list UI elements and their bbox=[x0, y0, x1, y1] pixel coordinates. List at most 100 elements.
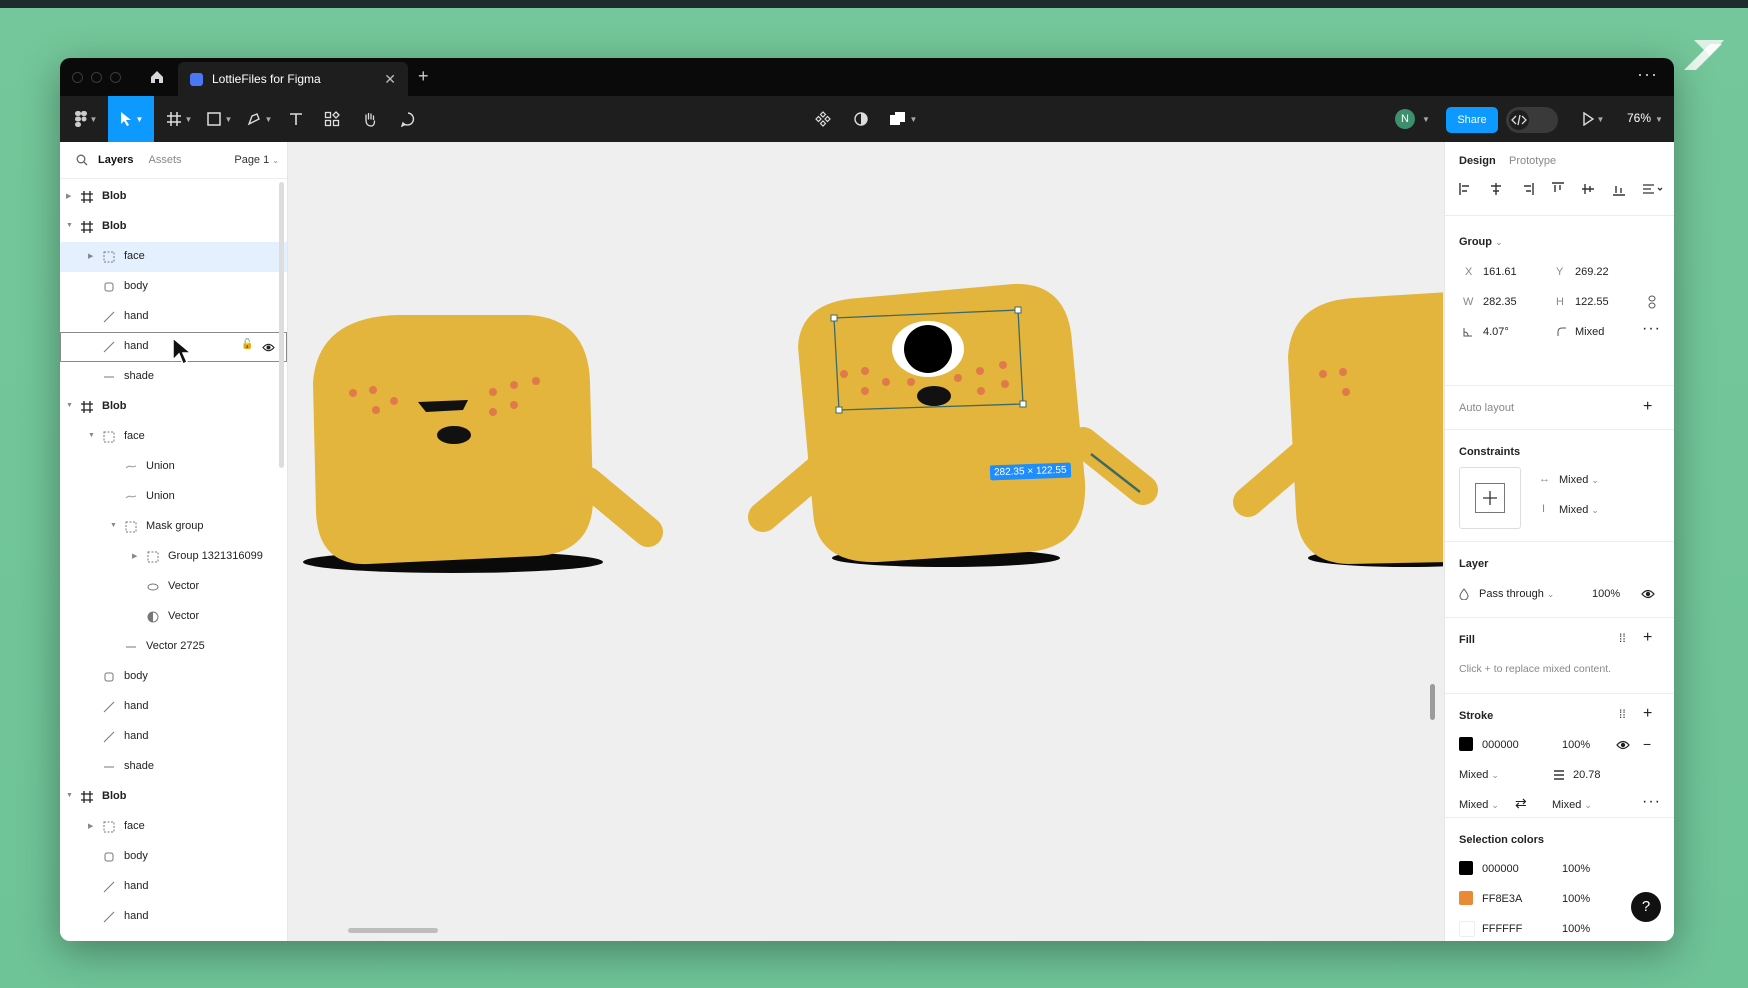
rotation-field[interactable]: 4.07° bbox=[1483, 326, 1509, 338]
align-left-icon[interactable] bbox=[1459, 182, 1473, 196]
collapse-arrow-icon[interactable]: ▼ bbox=[66, 222, 73, 229]
collapse-arrow-icon[interactable]: ▼ bbox=[66, 792, 73, 799]
stroke-position-select[interactable]: Mixed ⌄ bbox=[1459, 769, 1499, 781]
tab-assets[interactable]: Assets bbox=[148, 154, 181, 166]
layer-row[interactable]: ▶ face bbox=[60, 812, 287, 842]
layer-row[interactable]: ▶ Blob bbox=[60, 182, 287, 212]
layer-row[interactable]: ▼ Blob bbox=[60, 212, 287, 242]
stroke-opacity[interactable]: 100% bbox=[1562, 739, 1590, 751]
stroke-start-cap-select[interactable]: Mixed ⌄ bbox=[1459, 799, 1499, 811]
move-tool-button[interactable]: ▼ bbox=[108, 96, 154, 142]
selection-color-swatch[interactable] bbox=[1459, 861, 1473, 875]
collapse-arrow-icon[interactable]: ▼ bbox=[110, 522, 117, 529]
selection-color-hex[interactable]: FFFFFF bbox=[1482, 923, 1522, 935]
selection-color-opacity[interactable]: 100% bbox=[1562, 923, 1590, 935]
layer-row[interactable]: Union bbox=[60, 452, 287, 482]
close-tab-icon[interactable]: ✕ bbox=[384, 71, 396, 88]
layer-opacity-field[interactable]: 100% bbox=[1592, 588, 1620, 600]
layer-row[interactable]: hand bbox=[60, 872, 287, 902]
align-horizontal-center-icon[interactable] bbox=[1489, 182, 1503, 196]
more-menu-icon[interactable]: ··· bbox=[1637, 64, 1658, 85]
layer-row[interactable]: body bbox=[60, 842, 287, 872]
layer-row[interactable]: body bbox=[60, 662, 287, 692]
align-vertical-center-icon[interactable] bbox=[1581, 182, 1595, 196]
add-stroke-icon[interactable]: + bbox=[1643, 705, 1652, 723]
constraints-widget[interactable] bbox=[1459, 467, 1521, 529]
frame-tool-button[interactable]: ▼ bbox=[162, 96, 196, 142]
main-menu-button[interactable]: ▼ bbox=[68, 96, 104, 142]
more-options-icon[interactable]: ··· bbox=[1642, 320, 1661, 338]
page-selector[interactable]: Page 1 ⌄ bbox=[234, 154, 279, 166]
expand-arrow-icon[interactable]: ▶ bbox=[88, 822, 93, 830]
selection-color-hex[interactable]: FF8E3A bbox=[1482, 893, 1522, 905]
corner-radius-field[interactable]: Mixed bbox=[1575, 326, 1604, 338]
stroke-color-swatch[interactable] bbox=[1459, 737, 1473, 751]
expand-arrow-icon[interactable]: ▶ bbox=[132, 552, 137, 560]
chevron-down-icon[interactable]: ▼ bbox=[1655, 115, 1663, 124]
y-field[interactable]: 269.22 bbox=[1575, 266, 1609, 278]
dev-mode-toggle[interactable] bbox=[1506, 107, 1558, 133]
comment-tool-button[interactable] bbox=[394, 96, 422, 142]
layer-row[interactable]: ▼ face bbox=[60, 422, 287, 452]
layer-row[interactable]: ▼ Blob bbox=[60, 392, 287, 422]
align-bottom-icon[interactable] bbox=[1612, 182, 1626, 196]
collapse-arrow-icon[interactable]: ▼ bbox=[66, 402, 73, 409]
width-field[interactable]: 282.35 bbox=[1483, 296, 1517, 308]
layer-row[interactable]: hand bbox=[60, 902, 287, 932]
distribute-menu-icon[interactable] bbox=[1642, 182, 1664, 196]
layer-row[interactable]: ▼ Blob bbox=[60, 782, 287, 812]
collapse-arrow-icon[interactable]: ▼ bbox=[88, 432, 95, 439]
layer-row[interactable]: ▶ face bbox=[60, 242, 287, 272]
eye-icon[interactable] bbox=[1641, 588, 1655, 600]
user-avatar[interactable]: N bbox=[1395, 109, 1415, 129]
layer-row[interactable]: Vector 2725 bbox=[60, 632, 287, 662]
selection-color-swatch[interactable] bbox=[1459, 891, 1473, 905]
search-icon[interactable] bbox=[76, 154, 88, 166]
tab-prototype[interactable]: Prototype bbox=[1509, 155, 1556, 167]
group-label[interactable]: Group ⌄ bbox=[1459, 236, 1503, 248]
stroke-color-hex[interactable]: 000000 bbox=[1482, 739, 1519, 751]
text-tool-button[interactable] bbox=[282, 96, 310, 142]
selection-color-hex[interactable]: 000000 bbox=[1482, 863, 1519, 875]
eye-icon[interactable] bbox=[1616, 739, 1630, 751]
help-button[interactable]: ? bbox=[1631, 892, 1661, 922]
new-tab-button[interactable]: + bbox=[418, 66, 429, 87]
pen-tool-button[interactable]: ▼ bbox=[242, 96, 276, 142]
expand-arrow-icon[interactable]: ▶ bbox=[88, 252, 93, 260]
blob-right[interactable] bbox=[1233, 292, 1443, 567]
align-top-icon[interactable] bbox=[1551, 182, 1565, 196]
resources-tool-button[interactable] bbox=[318, 96, 346, 142]
selection-color-swatch[interactable] bbox=[1459, 921, 1475, 937]
add-fill-icon[interactable]: + bbox=[1643, 629, 1652, 647]
blob-center[interactable] bbox=[748, 283, 1158, 567]
selection-color-opacity[interactable]: 100% bbox=[1562, 893, 1590, 905]
canvas-horizontal-scrollbar[interactable] bbox=[348, 928, 438, 933]
create-component-button[interactable] bbox=[809, 96, 837, 142]
horizontal-constraint-select[interactable]: Mixed ⌄ bbox=[1559, 474, 1599, 486]
canvas[interactable]: 282.35 × 122.55 bbox=[288, 142, 1443, 941]
present-button[interactable]: ▼ bbox=[1576, 96, 1610, 142]
share-button[interactable]: Share bbox=[1446, 107, 1498, 133]
layer-row[interactable]: hand bbox=[60, 692, 287, 722]
layer-row[interactable]: hand bbox=[60, 722, 287, 752]
hand-tool-button[interactable] bbox=[356, 96, 384, 142]
layer-row[interactable]: Union bbox=[60, 482, 287, 512]
blend-mode-select[interactable]: Pass through ⌄ bbox=[1479, 588, 1554, 600]
layer-row[interactable]: ▶ Group 1321316099 bbox=[60, 542, 287, 572]
layer-row[interactable]: body bbox=[60, 272, 287, 302]
zoom-level[interactable]: 76% bbox=[1627, 111, 1651, 125]
selection-color-opacity[interactable]: 100% bbox=[1562, 863, 1590, 875]
mask-button[interactable] bbox=[847, 96, 875, 142]
add-auto-layout-icon[interactable]: + bbox=[1643, 398, 1652, 416]
layer-row[interactable]: hand bbox=[60, 302, 287, 332]
tab-design[interactable]: Design bbox=[1459, 155, 1496, 167]
blob-left[interactable] bbox=[303, 315, 663, 573]
minimize-window-button[interactable] bbox=[91, 72, 102, 83]
maximize-window-button[interactable] bbox=[110, 72, 121, 83]
canvas-vertical-scrollbar[interactable] bbox=[1430, 684, 1435, 720]
shape-tool-button[interactable]: ▼ bbox=[202, 96, 236, 142]
layer-row[interactable]: Vector bbox=[60, 572, 287, 602]
vertical-constraint-select[interactable]: Mixed ⌄ bbox=[1559, 504, 1599, 516]
eye-icon[interactable] bbox=[262, 342, 275, 353]
remove-stroke-icon[interactable]: − bbox=[1643, 736, 1651, 752]
